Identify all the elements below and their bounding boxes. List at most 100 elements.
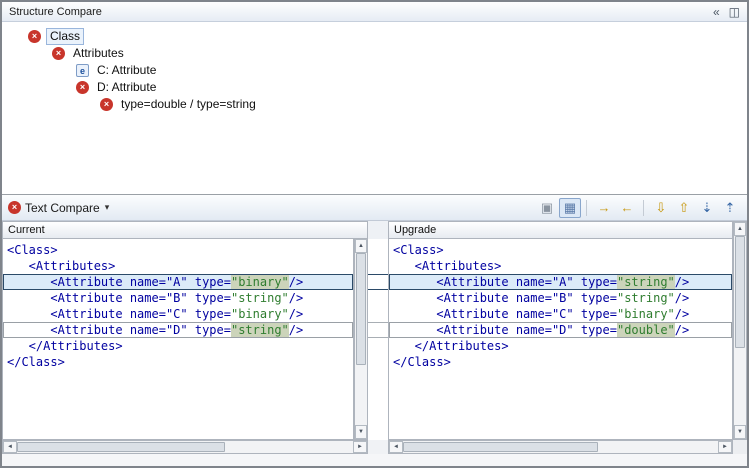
minimize-view-icon[interactable]: ◫	[729, 5, 740, 19]
left-vertical-scrollbar[interactable]: ▲ ▼	[354, 239, 368, 440]
scroll-left-icon[interactable]: ◄	[3, 441, 17, 453]
code-segment: "binary"	[231, 275, 289, 289]
scrollbar-thumb[interactable]	[403, 442, 598, 452]
scrollbar-track[interactable]	[403, 441, 718, 453]
scroll-up-icon[interactable]: ▲	[734, 222, 746, 236]
code-segment: "string"	[231, 323, 289, 337]
scrollbar-thumb[interactable]	[356, 253, 366, 365]
toolbar-separator	[586, 200, 587, 216]
tree-item-label: Class	[46, 28, 84, 45]
code-segment: />	[675, 275, 689, 289]
code-segment: <Attribute name="C" type=	[393, 307, 617, 321]
diff-connectors	[368, 239, 388, 440]
text-compare-toolbar: ▣▦ →← ⇩⇧⇣⇡	[535, 198, 741, 218]
code-line: </Class>	[3, 354, 353, 370]
code-line: </Class>	[389, 354, 732, 370]
tree-item[interactable]: eC: Attribute	[2, 62, 747, 79]
scrollbar-track[interactable]	[355, 253, 367, 425]
scrollbar-track[interactable]	[17, 441, 353, 453]
scroll-left-icon[interactable]: ◄	[389, 441, 403, 453]
horizontal-scrollbar-row: ◄ ► ◄ ►	[2, 440, 747, 454]
code-segment: <Attribute name="A" type=	[7, 275, 231, 289]
next-change-icon[interactable]: ⇣	[696, 198, 718, 218]
tree-item-label: type=double / type=string	[118, 97, 259, 112]
code-segment: <Class>	[7, 243, 58, 257]
diff-connector-line	[368, 322, 388, 323]
tree-item[interactable]: × Attributes	[2, 45, 747, 62]
right-pane-title: Upgrade	[394, 224, 436, 236]
gutter-header-gap	[368, 221, 388, 239]
code-segment: <Attribute name="B" type=	[393, 291, 617, 305]
code-segment: </Attributes>	[393, 339, 509, 353]
right-pane-column: Upgrade <Class> <Attributes> <Attribute …	[388, 221, 733, 440]
diff-connector-line	[368, 289, 388, 290]
code-segment: "binary"	[617, 307, 675, 321]
toolbar-separator	[643, 200, 644, 216]
left-pane-title: Current	[8, 224, 45, 236]
scroll-down-icon[interactable]: ▼	[355, 425, 367, 439]
scrollbar-thumb[interactable]	[17, 442, 225, 452]
code-segment: />	[289, 307, 303, 321]
view-menu-chevron-down-icon[interactable]: ▾	[105, 202, 110, 213]
change-diff-icon: ×	[52, 47, 65, 60]
code-segment: "string"	[231, 291, 289, 305]
code-line: <Attribute name="A" type="binary"/>	[3, 274, 353, 290]
synchronized-scrolling-icon[interactable]: ▦	[559, 198, 581, 218]
code-segment: "string"	[617, 275, 675, 289]
code-segment: />	[675, 307, 689, 321]
right-code-pane[interactable]: <Class> <Attributes> <Attribute name="A"…	[388, 239, 733, 440]
code-line: <Class>	[3, 242, 353, 258]
right-pane-header: Upgrade	[388, 221, 733, 239]
left-code-pane[interactable]: <Class> <Attributes> <Attribute name="A"…	[2, 239, 354, 440]
code-segment: />	[675, 323, 689, 337]
code-segment: </Class>	[7, 355, 65, 369]
code-line: <Attribute name="B" type="string"/>	[389, 290, 732, 306]
change-diff-icon: ×	[76, 81, 89, 94]
compare-editor-window: Structure Compare « ◫ ×Class×Attributese…	[0, 0, 749, 468]
code-segment: <Attribute name="A" type=	[393, 275, 617, 289]
code-line: <Attribute name="D" type="string"/>	[3, 322, 353, 338]
code-segment: <Attributes>	[7, 259, 115, 273]
scrollbar-track[interactable]	[734, 236, 746, 425]
structure-compare-header: Structure Compare « ◫	[2, 2, 747, 22]
code-line: <Attributes>	[389, 258, 732, 274]
diff-connector-line	[368, 274, 388, 275]
scrollbar-gap	[368, 440, 388, 454]
code-segment: />	[675, 291, 689, 305]
tree-item[interactable]: × D: Attribute	[2, 79, 747, 96]
scroll-up-icon[interactable]: ▲	[355, 239, 367, 253]
copy-all-left-to-right-icon[interactable]: ▣	[536, 198, 558, 218]
copy-current-right-to-left-icon[interactable]: ←	[616, 198, 638, 218]
diff-connector-line	[368, 337, 388, 338]
tree-item[interactable]: ×Class	[2, 28, 747, 45]
scroll-right-icon[interactable]: ►	[718, 441, 732, 453]
tree-item[interactable]: ×type=double / type=string	[2, 96, 747, 113]
code-line: </Attributes>	[3, 338, 353, 354]
compare-panes: Current <Class> <Attributes> <Attribute …	[2, 221, 747, 440]
scrollbar-thumb[interactable]	[735, 236, 745, 348]
left-pane-column: Current <Class> <Attributes> <Attribute …	[2, 221, 368, 440]
left-horizontal-scrollbar[interactable]: ◄ ►	[2, 440, 368, 454]
scroll-right-icon[interactable]: ►	[353, 441, 367, 453]
previous-change-icon[interactable]: ⇡	[719, 198, 741, 218]
code-segment: <Attribute name="D" type=	[393, 323, 617, 337]
structure-compare-title: Structure Compare	[9, 6, 704, 18]
code-segment: <Attributes>	[393, 259, 501, 273]
previous-difference-icon[interactable]: ⇧	[673, 198, 695, 218]
code-segment: <Attribute name="D" type=	[7, 323, 231, 337]
code-line: <Attribute name="D" type="double"/>	[389, 322, 732, 338]
code-line: <Class>	[389, 242, 732, 258]
right-horizontal-scrollbar[interactable]: ◄ ►	[388, 440, 733, 454]
code-line: <Attributes>	[3, 258, 353, 274]
code-segment: </Attributes>	[7, 339, 123, 353]
right-vertical-scrollbar[interactable]: ▲ ▼	[733, 221, 747, 440]
copy-current-left-to-right-icon[interactable]: →	[593, 198, 615, 218]
scroll-down-icon[interactable]: ▼	[734, 425, 746, 439]
bottom-strip	[2, 454, 747, 466]
tree-item-label: D: Attribute	[94, 80, 159, 95]
code-line: <Attribute name="A" type="string"/>	[389, 274, 732, 290]
next-difference-icon[interactable]: ⇩	[650, 198, 672, 218]
scrollbar-corner	[733, 440, 747, 454]
collapse-all-icon[interactable]: «	[713, 5, 720, 19]
tree-item-label: Attributes	[70, 46, 127, 61]
